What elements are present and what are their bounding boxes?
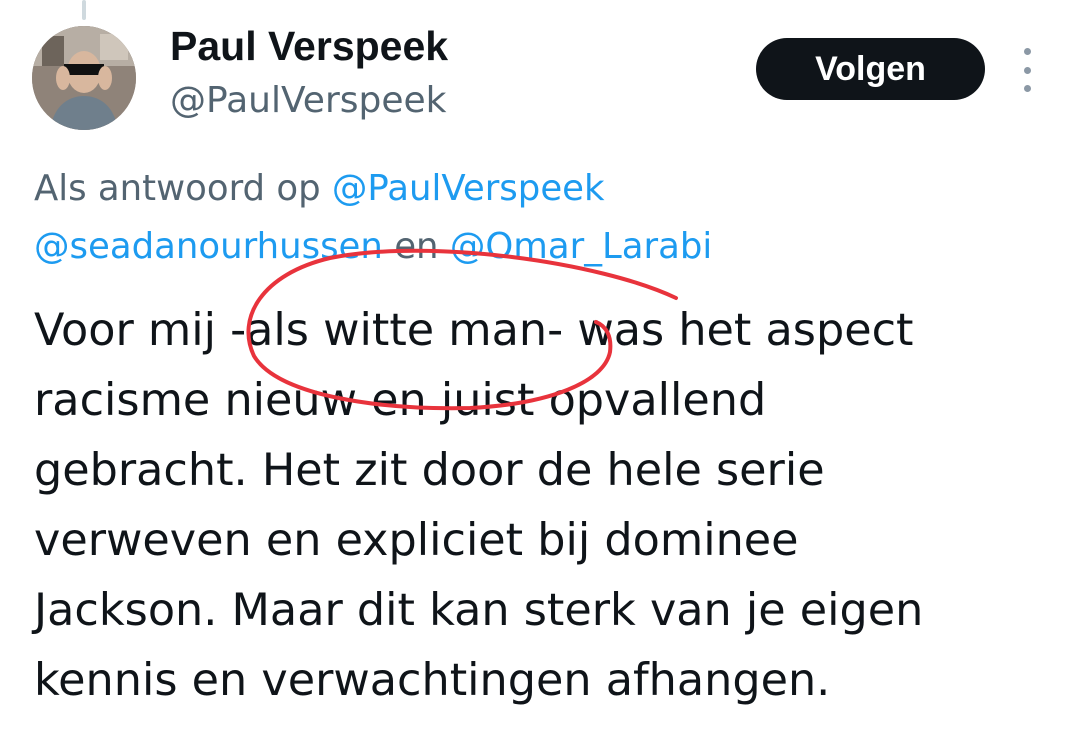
more-dot xyxy=(1023,48,1031,55)
mention-link-seadanourhussen[interactable]: @seadanourhussen xyxy=(34,226,383,267)
reply-context: Als antwoord op @PaulVerspeek @seadanour… xyxy=(34,160,1044,276)
author-handle[interactable]: @PaulVerspeek xyxy=(170,78,448,124)
tweet-text-line: racisme nieuw en juist opvallend xyxy=(34,375,767,426)
follow-button[interactable]: Volgen xyxy=(756,38,985,100)
mention-link-paulverspeek[interactable]: @PaulVerspeek xyxy=(332,168,605,209)
more-dot xyxy=(1023,85,1031,92)
reply-context-prefix: Als antwoord op xyxy=(34,168,332,209)
tweet-text-line: kennis en verwachtingen afhangen. xyxy=(34,655,831,706)
tweet-text-line: Voor mij -als witte man- was het aspect xyxy=(34,305,914,356)
tweet-text-line: gebracht. Het zit door de hele serie xyxy=(34,445,825,496)
profile-photo-avatar-icon xyxy=(32,26,136,130)
avatar[interactable] xyxy=(32,26,136,130)
author-block: Paul Verspeek @PaulVerspeek xyxy=(170,22,448,124)
more-vertical-icon[interactable] xyxy=(1012,48,1042,92)
author-name[interactable]: Paul Verspeek xyxy=(170,22,448,70)
mention-link-omar-larabi[interactable]: @Omar_Larabi xyxy=(450,226,712,267)
tweet-text-line: Jackson. Maar dit kan sterk van je eigen xyxy=(34,585,924,636)
tweet-text-line: verweven en expliciet bij dominee xyxy=(34,515,799,566)
tweet-text: Voor mij -als witte man- was het aspect … xyxy=(34,296,1054,716)
thread-connector-line xyxy=(82,0,86,20)
reply-context-connector: en xyxy=(382,226,450,267)
tweet-detail: Paul Verspeek @PaulVerspeek Volgen Als a… xyxy=(0,0,1080,744)
more-dot xyxy=(1023,66,1031,74)
